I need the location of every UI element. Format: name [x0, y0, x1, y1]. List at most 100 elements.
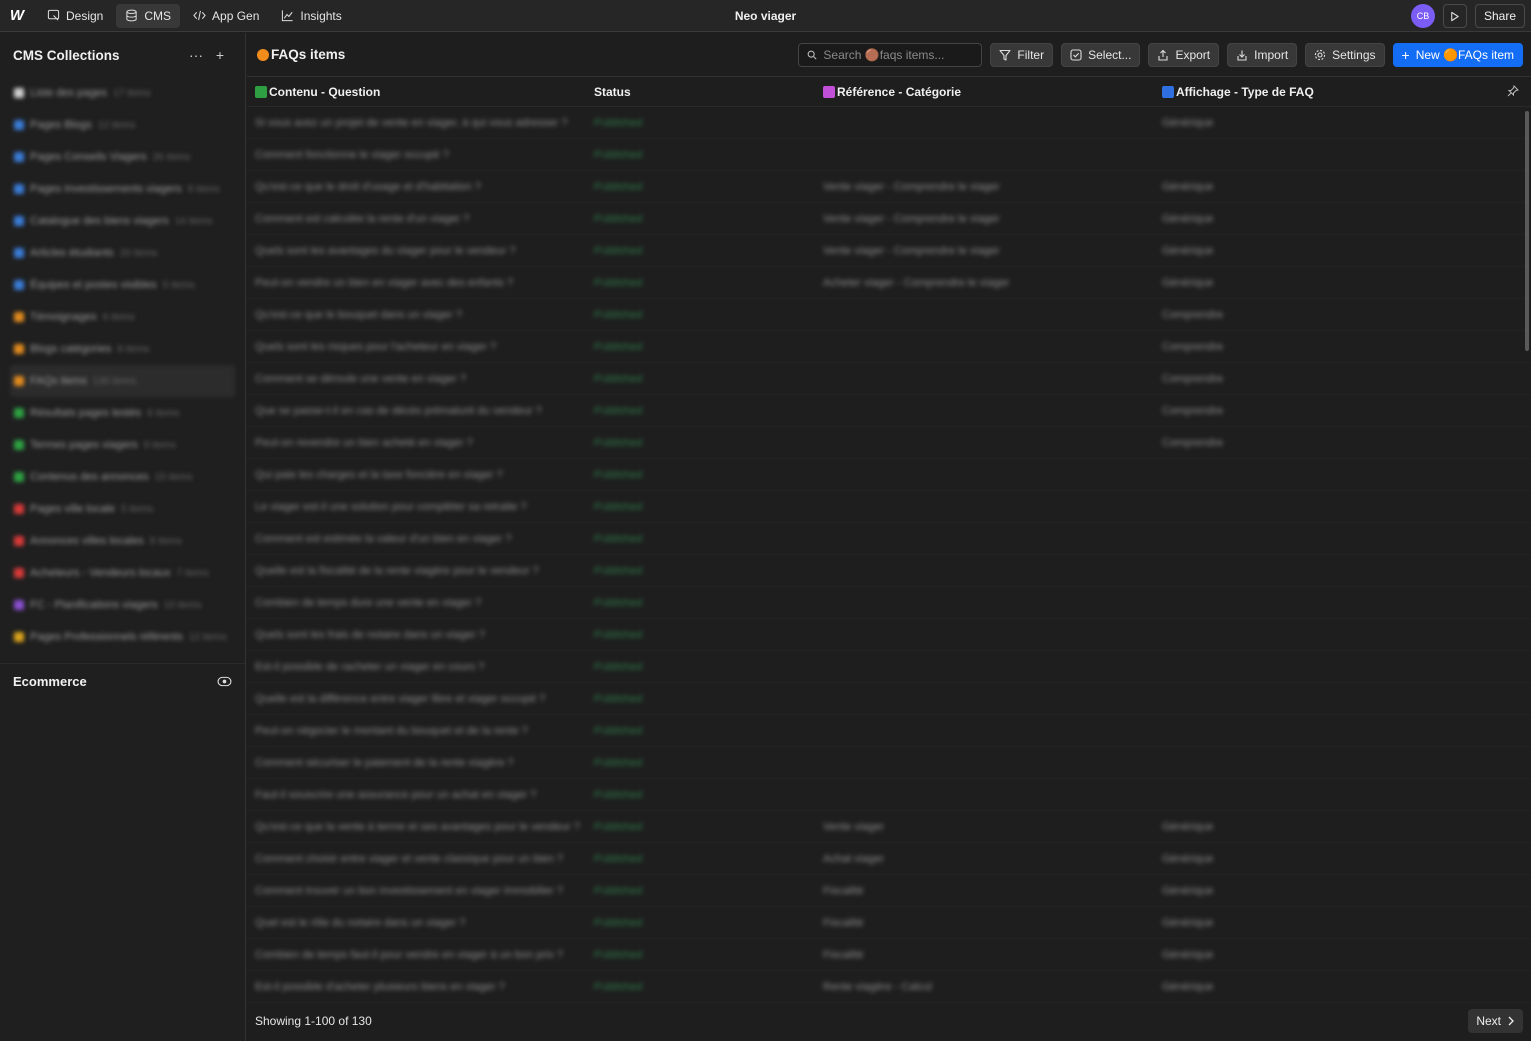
collection-item[interactable]: Articles étudiants 20 items [10, 237, 235, 269]
table-row[interactable]: Quelle est la différence entre viager li… [247, 683, 1531, 715]
collection-color-icon [14, 344, 24, 354]
cell-status: Published [594, 340, 643, 353]
collection-item[interactable]: Témoignages 6 items [10, 301, 235, 333]
search-input[interactable] [823, 47, 974, 62]
table-row[interactable]: Quel est le rôle du notaire dans un viag… [247, 907, 1531, 939]
scrollbar[interactable] [1525, 111, 1529, 351]
avatar[interactable]: CB [1410, 4, 1435, 28]
collection-item[interactable]: Termes pages viagers 9 items [10, 429, 235, 461]
table-row[interactable]: Qu'est-ce que le bouquet dans un viager … [247, 299, 1531, 331]
collection-item[interactable]: Pages ville locale 5 items [10, 493, 235, 525]
cell-status: Published [594, 948, 643, 961]
table-row[interactable]: Qu'est-ce que la vente à terme et ses av… [247, 811, 1531, 843]
table-row[interactable]: Le viager est-il une solution pour compl… [247, 491, 1531, 523]
webflow-logo[interactable]: W [0, 0, 34, 32]
table-row[interactable]: Comment est estimée la valeur d'un bien … [247, 523, 1531, 555]
share-button[interactable]: Share [1474, 4, 1525, 28]
collection-color-icon [14, 248, 24, 258]
table-row[interactable]: Quels sont les risques pour l'acheteur e… [247, 331, 1531, 363]
collection-item[interactable]: Contenus des annonces 15 items [10, 461, 235, 493]
new-item-button[interactable]: + New 🟠FAQs item [1392, 42, 1523, 67]
collection-item[interactable]: Pages Professionnels référents 12 items [10, 621, 235, 653]
filter-button[interactable]: Filter [990, 42, 1054, 67]
next-page-button[interactable]: Next [1468, 1009, 1523, 1033]
column-header-category[interactable]: Référence - Catégorie [815, 85, 1154, 99]
table-row[interactable]: Comment fonctionne le viager occupé ? Pub… [247, 139, 1531, 171]
collection-item[interactable]: Équipes et postes visibles 5 items [10, 269, 235, 301]
table-row[interactable]: Comment choisir entre viager et vente cl… [247, 843, 1531, 875]
cell-question: Comment est estimée la valeur d'un bien … [255, 532, 512, 545]
collection-count: 12 items [188, 631, 227, 643]
table-row[interactable]: Quels sont les frais de notaire dans un … [247, 619, 1531, 651]
collection-count: 7 items [176, 567, 209, 579]
select-button[interactable]: Select... [1061, 42, 1141, 67]
table-row[interactable]: Quels sont les avantages du viager pour … [247, 235, 1531, 267]
import-button[interactable]: Import [1227, 42, 1298, 67]
eye-icon[interactable] [217, 676, 232, 687]
collection-name: Pages Professionnels référents [30, 631, 183, 643]
collection-item[interactable]: Pages Investissements viagers 9 items [10, 173, 235, 205]
collection-item[interactable]: Blogs catégories 8 items [10, 333, 235, 365]
table-row[interactable]: Quelle est la fiscalité de la rente viag… [247, 555, 1531, 587]
cell-category: Rente viagère - Calcul [823, 980, 932, 993]
table-row[interactable]: Est-il possible d'acheter plusieurs bien… [247, 971, 1531, 1003]
cell-faq-type: Comprendre [1162, 404, 1224, 417]
table-row[interactable]: Qu'est-ce que le droit d'usage et d'habi… [247, 171, 1531, 203]
table-row[interactable]: Qui paie les charges et la taxe foncière… [247, 459, 1531, 491]
table-row[interactable]: Comment est calculée la rente d'un viage… [247, 203, 1531, 235]
column-header-faq-type[interactable]: Affichage - Type de FAQ [1154, 85, 1504, 99]
table-row[interactable]: Que se passe-t-il en cas de décès prémat… [247, 395, 1531, 427]
table-row[interactable]: Comment trouver un bon investissement en… [247, 875, 1531, 907]
collection-name: Résultats pages testés [30, 407, 142, 419]
collection-item[interactable]: Catalogue des biens viagers 14 items [10, 205, 235, 237]
collection-name: Pages Blogs [30, 119, 92, 131]
cell-question: Est-il possible d'acheter plusieurs bien… [255, 980, 505, 993]
column-header-status[interactable]: Status [586, 85, 815, 99]
cell-status: Published [594, 244, 643, 257]
table-row[interactable]: Si vous avez un projet de vente en viage… [247, 107, 1531, 139]
collection-item[interactable]: Résultats pages testés 6 items [10, 397, 235, 429]
collection-item[interactable]: FAQs items 130 items [10, 365, 235, 397]
table-row[interactable]: Comment se déroule une vente en viager ?… [247, 363, 1531, 395]
collection-color-icon [14, 88, 24, 98]
tab-app-gen[interactable]: App Gen [184, 4, 268, 28]
collection-item[interactable]: Pages Blogs 12 items [10, 109, 235, 141]
settings-button[interactable]: Settings [1305, 42, 1385, 67]
cell-status: Published [594, 756, 643, 769]
collection-item[interactable]: FC - Planifications viagers 10 items [10, 589, 235, 621]
column-header-question[interactable]: Contenu - Question [247, 85, 586, 99]
collection-count: 17 items [113, 87, 151, 99]
search-box[interactable] [798, 42, 983, 67]
add-collection-icon[interactable]: + [208, 47, 232, 63]
tab-insights[interactable]: Insights [272, 4, 350, 28]
tab-design[interactable]: Design [38, 4, 112, 28]
cell-status: Published [594, 788, 643, 801]
table-row[interactable]: Peut-on revendre un bien acheté en viage… [247, 427, 1531, 459]
collection-item[interactable]: Annonces villes locales 8 items [10, 525, 235, 557]
collection-name: Articles étudiants [30, 247, 114, 259]
table-row[interactable]: Combien de temps dure une vente en viage… [247, 587, 1531, 619]
table-row[interactable]: Combien de temps faut-il pour vendre en … [247, 939, 1531, 971]
cell-status: Published [594, 212, 643, 225]
chevron-right-icon [1508, 1016, 1514, 1026]
more-options-icon[interactable]: ··· [184, 47, 208, 63]
table-row[interactable]: Peut-on négocier le montant du bouquet e… [247, 715, 1531, 747]
preview-button[interactable] [1442, 4, 1467, 28]
table-row[interactable]: Peut-on vendre un bien en viager avec de… [247, 267, 1531, 299]
ecommerce-section: Ecommerce [0, 663, 245, 699]
table-row[interactable]: Est-il possible de racheter un viager en… [247, 651, 1531, 683]
collection-item[interactable]: Pages Conseils Viagers 26 items [10, 141, 235, 173]
cell-question: Qui paie les charges et la taxe foncière… [255, 468, 503, 481]
table-row[interactable]: Comment sécuriser le paiement de la rent… [247, 747, 1531, 779]
export-button[interactable]: Export [1148, 42, 1220, 67]
collection-item[interactable]: Liste des pages 17 items [10, 77, 235, 109]
cell-question: Comment trouver un bon investissement en… [255, 884, 564, 897]
collection-name: FAQs items [30, 375, 87, 387]
filter-icon [999, 49, 1011, 61]
tab-cms[interactable]: CMS [116, 3, 181, 28]
table-row[interactable]: Faut-il souscrire une assurance pour un … [247, 779, 1531, 811]
pin-icon[interactable] [1507, 85, 1519, 97]
collection-item[interactable]: Acheteurs - Vendeurs locaux 7 items [10, 557, 235, 589]
collection-count: 14 items [174, 215, 213, 227]
collection-name: Acheteurs - Vendeurs locaux [30, 567, 171, 579]
